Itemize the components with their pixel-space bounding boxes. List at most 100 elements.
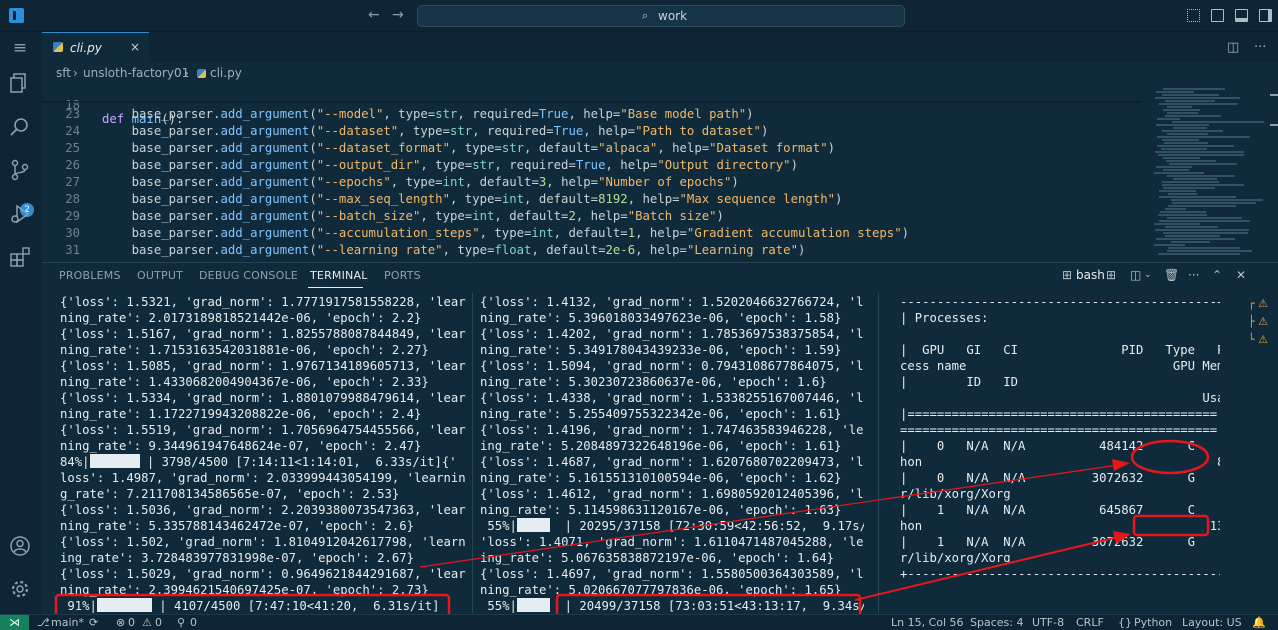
terminal-pane-2[interactable]: {'loss': 1.4132, 'grad_norm': 1.52020466… [480, 294, 864, 617]
chevron-right-icon: › [184, 66, 189, 80]
progress-percent: 84%| [60, 455, 90, 469]
terminal-line: {'loss': 1.4697, 'grad_norm': 1.55805003… [480, 567, 864, 581]
python-file-icon [53, 42, 63, 52]
tab-problems[interactable]: PROBLEMS [59, 269, 121, 282]
minimap-line [1167, 133, 1208, 135]
sticky-scroll-line[interactable]: 18 def main(): [42, 84, 1142, 126]
minimap-line [1168, 193, 1197, 195]
split-terminal-icon[interactable]: ◫ [1130, 268, 1141, 282]
code-text: base_parser.add_argument("--batch_size",… [102, 209, 724, 223]
warning-count[interactable]: 0 [155, 616, 162, 629]
remote-indicator[interactable]: ⋊ [0, 615, 29, 630]
sticky-scroll-shadow [42, 101, 1142, 104]
minimap[interactable] [1146, 84, 1266, 260]
language-braces-icon: {} [1118, 616, 1132, 629]
extensions-icon[interactable] [8, 246, 32, 270]
terminal-tab-icon[interactable]: ┌ ⚠ [1248, 297, 1268, 310]
ports-count[interactable]: 0 [190, 616, 197, 629]
back-arrow-icon[interactable]: ← [368, 7, 380, 23]
minimap-line [1173, 178, 1217, 180]
code-line[interactable]: 28 base_parser.add_argument("--max_seq_l… [42, 192, 1142, 209]
breadcrumb-file[interactable]: cli.py [210, 66, 242, 80]
code-editor[interactable]: 18 def main(): 23 base_parser.add_argume… [42, 84, 1278, 260]
terminal-line: r/lib/xorg/Xorg 4MiB | [900, 487, 1011, 501]
breadcrumb-folder[interactable]: unsloth-factory01 [83, 66, 189, 80]
minimap-line [1164, 142, 1208, 144]
toggle-sidebar-icon[interactable] [1211, 9, 1224, 22]
more-actions-icon[interactable]: ··· [1188, 268, 1199, 282]
chevron-down-icon[interactable]: ⌄ [1144, 270, 1152, 280]
toggle-secondary-sidebar-icon[interactable] [1259, 9, 1272, 22]
minimap-line [1169, 163, 1237, 165]
python-file-icon [197, 69, 206, 78]
tab-terminal[interactable]: TERMINAL [310, 269, 368, 282]
notifications-bell-icon[interactable]: 🔔 [1252, 616, 1266, 629]
explorer-icon[interactable] [8, 72, 32, 96]
account-icon[interactable] [8, 535, 32, 559]
menu-icon[interactable]: ≡ [8, 36, 32, 60]
code-line[interactable]: 26 base_parser.add_argument("--output_di… [42, 158, 1142, 175]
customize-layout-icon[interactable] [1187, 9, 1200, 22]
terminal-line: ----------------------------------------… [900, 295, 1220, 309]
minimap-line [1163, 109, 1200, 111]
branch-name[interactable]: main* [51, 616, 84, 629]
terminal-line: {'loss': 1.5029, 'grad_norm': 0.96496218… [60, 567, 466, 581]
forward-arrow-icon[interactable]: → [392, 7, 404, 23]
code-line[interactable]: 25 base_parser.add_argument("--dataset_f… [42, 141, 1142, 158]
tab-output[interactable]: OUTPUT [137, 269, 183, 282]
command-center-search[interactable]: ⌕ work [417, 5, 905, 27]
code-line[interactable]: 24 base_parser.add_argument("--dataset",… [42, 124, 1142, 141]
line-ending[interactable]: CRLF [1076, 616, 1104, 629]
code-line[interactable]: 29 base_parser.add_argument("--batch_siz… [42, 209, 1142, 226]
terminal-pane-1[interactable]: {'loss': 1.5321, 'grad_norm': 1.77719175… [60, 294, 468, 617]
keyboard-layout[interactable]: Layout: US [1182, 616, 1242, 629]
split-editor-icon[interactable]: ◫ [1227, 40, 1239, 55]
terminal-line: loss': 1.4987, 'grad_norm': 2.0339994430… [60, 471, 466, 485]
sync-icon[interactable]: ⟳ [89, 616, 98, 629]
tab-debug-console[interactable]: DEBUG CONSOLE [199, 269, 298, 282]
terminal-line: | Processes: [900, 311, 989, 325]
terminal-tab-icon[interactable]: └ ⚠ [1248, 333, 1268, 346]
tab-cli-py[interactable]: cli.py × [42, 32, 149, 62]
terminal-pane-3[interactable]: ----------------------------------------… [900, 294, 1220, 617]
terminal-line: hon 8374MiB | [900, 455, 1220, 469]
ports-icon: ⚲ [177, 616, 186, 629]
maximize-panel-icon[interactable]: ⌃ [1212, 268, 1222, 282]
close-tab-icon[interactable]: × [130, 40, 140, 54]
progress-bar-line: 91%| | 4107/4500 [7:47:10<41:20, 6.31s/i… [60, 598, 468, 614]
close-panel-icon[interactable]: ✕ [1236, 268, 1246, 282]
code-line[interactable]: 23 base_parser.add_argument("--model", t… [42, 107, 1142, 124]
code-line[interactable]: 30 base_parser.add_argument("--accumulat… [42, 226, 1142, 243]
settings-gear-icon[interactable] [8, 578, 32, 602]
terminal-split-divider[interactable] [472, 293, 473, 613]
terminal-line: +---------------------------------------… [900, 567, 1220, 581]
source-control-icon[interactable] [8, 159, 32, 183]
overview-ruler[interactable] [1268, 84, 1278, 260]
minimap-line [1163, 88, 1225, 90]
code-line[interactable]: 31 base_parser.add_argument("--learning … [42, 243, 1142, 260]
error-count[interactable]: 0 [128, 616, 135, 629]
toggle-panel-icon[interactable] [1235, 9, 1248, 22]
terminal-shell-label[interactable]: bash [1076, 268, 1105, 282]
code-line[interactable]: 27 base_parser.add_argument("--epochs", … [42, 175, 1142, 192]
terminal-line: {'loss': 1.4202, 'grad_norm': 1.78536975… [480, 327, 864, 341]
encoding[interactable]: UTF-8 [1032, 616, 1064, 629]
tab-ports[interactable]: PORTS [384, 269, 421, 282]
breadcrumb-folder[interactable]: sft [56, 66, 71, 80]
terminal-line: ning_rate': 1.4330682004904367e-06, 'epo… [60, 375, 429, 389]
search-text: work [658, 9, 688, 23]
app-icon[interactable] [9, 8, 24, 23]
terminal-tab-icon[interactable]: ├ ⚠ [1248, 315, 1268, 328]
terminal-split-divider[interactable] [878, 293, 879, 613]
search-icon[interactable] [8, 116, 32, 140]
minimap-line [1165, 235, 1220, 237]
line-number: 27 [65, 175, 80, 189]
cursor-position[interactable]: Ln 15, Col 56 [891, 616, 964, 629]
run-debug-icon[interactable] [8, 203, 32, 227]
kill-terminal-icon[interactable]: 🗑 [1164, 268, 1179, 282]
indentation[interactable]: Spaces: 4 [970, 616, 1023, 629]
language-mode[interactable]: Python [1134, 616, 1172, 629]
new-terminal-icon[interactable]: ⊞ [1106, 268, 1116, 282]
activity-bar: ≡ 2 [0, 32, 42, 614]
more-actions-icon[interactable]: ··· [1254, 40, 1266, 55]
